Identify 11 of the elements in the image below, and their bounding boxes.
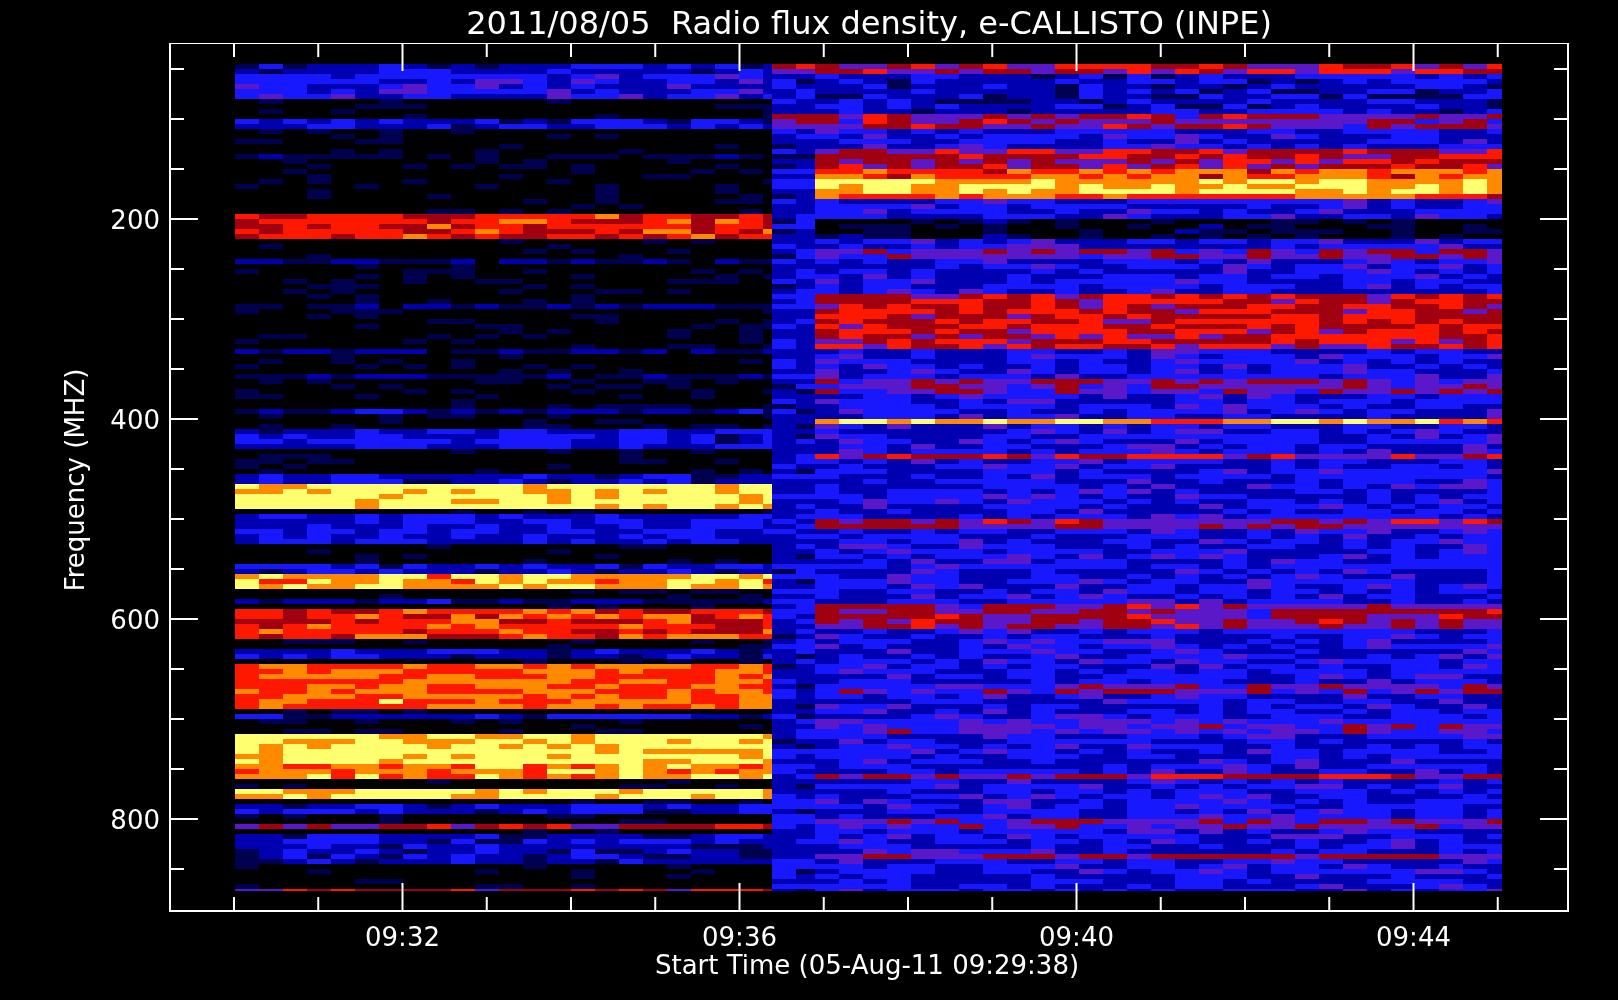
tick-label: 09:40 <box>1039 922 1114 952</box>
tick-label: 09:32 <box>365 922 440 952</box>
tick-label: 800 <box>110 805 160 835</box>
chart-title: 2011/08/05 Radio flux density, e-CALLISTO (INPE) <box>466 3 1272 43</box>
axis-title: Frequency (MHZ) <box>60 368 90 592</box>
tick-label: 09:44 <box>1376 922 1451 952</box>
tick-label: 600 <box>110 605 160 635</box>
tick-label: 200 <box>110 205 160 235</box>
tick-label: 09:36 <box>702 922 777 952</box>
tick-label: 400 <box>110 405 160 435</box>
axis-title: Start Time (05-Aug-11 09:29:38) <box>654 950 1080 980</box>
